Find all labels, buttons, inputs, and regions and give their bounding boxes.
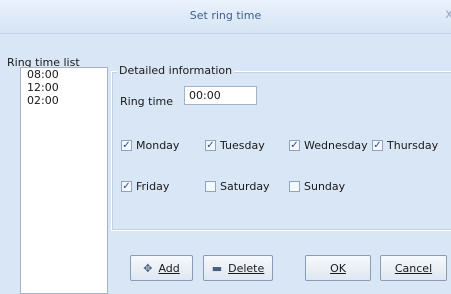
- checkbox-label: Wednesday: [304, 139, 368, 152]
- group-legend: Detailed information: [117, 64, 235, 77]
- set-ring-time-dialog: Set ring time x Ring time list 08:00 12:…: [0, 0, 451, 294]
- ring-time-label: Ring time: [120, 95, 174, 108]
- checkbox-label: Saturday: [220, 180, 270, 193]
- checkbox-box[interactable]: ✓: [121, 181, 132, 192]
- ok-button-label: OK: [330, 261, 346, 275]
- list-item[interactable]: 02:00: [21, 95, 107, 107]
- ok-button[interactable]: OK: [305, 255, 371, 281]
- delete-button[interactable]: ▬ Delete: [203, 255, 273, 281]
- checkbox-saturday[interactable]: Saturday: [205, 180, 270, 193]
- checkbox-box[interactable]: ✓: [121, 140, 132, 151]
- close-icon[interactable]: x: [445, 7, 451, 22]
- checkbox-label: Tuesday: [220, 139, 265, 152]
- checkbox-box[interactable]: ✓: [372, 140, 383, 151]
- checkbox-label: Friday: [136, 180, 170, 193]
- title-bar: Set ring time x: [0, 0, 451, 34]
- add-button[interactable]: ✥ Add: [130, 255, 193, 281]
- delete-button-label: Delete: [228, 261, 265, 275]
- checkbox-sunday[interactable]: Sunday: [289, 180, 345, 193]
- checkbox-box[interactable]: ✓: [205, 140, 216, 151]
- minus-icon: ▬: [211, 261, 223, 275]
- checkbox-box[interactable]: ✓: [289, 140, 300, 151]
- ring-time-list[interactable]: 08:00 12:00 02:00: [20, 67, 108, 294]
- add-button-label: Add: [158, 261, 180, 275]
- window-title: Set ring time: [189, 9, 262, 22]
- list-item[interactable]: 12:00: [21, 82, 107, 94]
- cancel-button[interactable]: Cancel: [380, 255, 447, 281]
- checkbox-wednesday[interactable]: ✓ Wednesday: [289, 139, 368, 152]
- checkbox-friday[interactable]: ✓ Friday: [121, 180, 169, 193]
- list-item[interactable]: 08:00: [21, 69, 107, 81]
- checkbox-label: Thursday: [387, 139, 439, 152]
- checkbox-box[interactable]: [289, 181, 300, 192]
- checkbox-monday[interactable]: ✓ Monday: [121, 139, 179, 152]
- ring-time-input[interactable]: 00:00: [184, 86, 257, 105]
- checkbox-box[interactable]: [205, 181, 216, 192]
- cancel-button-label: Cancel: [394, 261, 433, 275]
- checkbox-label: Sunday: [304, 180, 346, 193]
- checkbox-tuesday[interactable]: ✓ Tuesday: [205, 139, 265, 152]
- checkbox-label: Monday: [136, 139, 180, 152]
- plus-icon: ✥: [143, 261, 153, 275]
- checkbox-thursday[interactable]: ✓ Thursday: [372, 139, 438, 152]
